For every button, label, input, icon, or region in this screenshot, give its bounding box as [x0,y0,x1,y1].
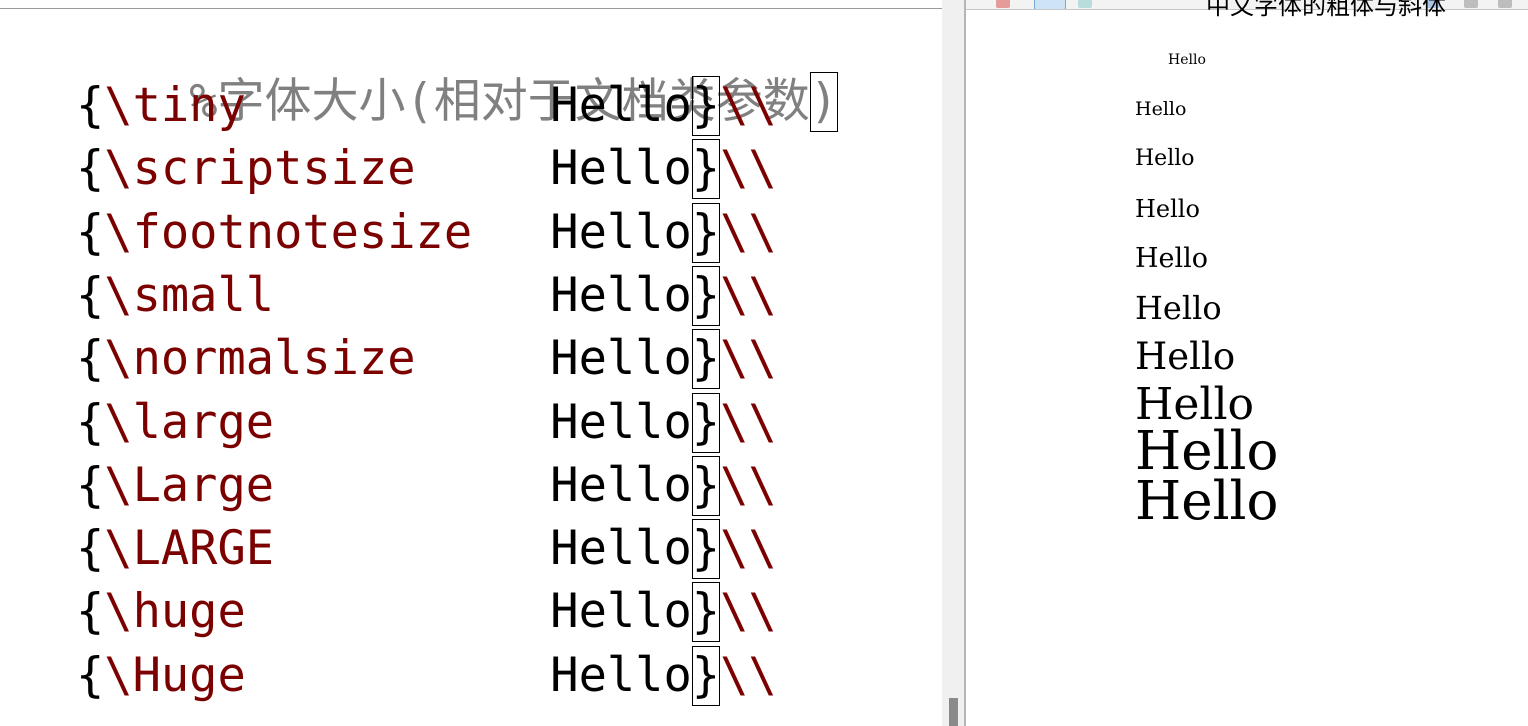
code-line-footnotesize[interactable]: {\footnotesize Hello}\\ [76,202,777,263]
close-brace: } [691,582,721,643]
line-break-command: \\ [720,647,777,703]
code-line-large[interactable]: {\large Hello}\\ [76,392,777,453]
close-brace: } [691,455,721,516]
line-break-command: \\ [720,521,777,577]
output-hello-small: Hello [1135,195,1200,223]
hello-text: Hello [550,584,692,640]
hello-text: Hello [550,331,692,387]
open-brace: { [76,78,105,133]
line-break-command: \\ [720,394,777,450]
size-command: \scriptsize [104,141,416,197]
open-brace: { [76,394,105,450]
scrollbar-thumb[interactable] [949,698,958,726]
size-command: \huge [104,584,246,640]
close-brace: } [691,139,721,200]
close-brace: } [691,519,721,580]
code-line-small[interactable]: {\small Hello}\\ [76,265,777,326]
hello-text: Hello [550,78,692,133]
pdf-icon[interactable] [996,0,1010,8]
hello-text: Hello [550,647,692,703]
comment-close-paren: ) [809,72,839,132]
output-hello-normalsize: Hello [1135,243,1209,274]
size-command: \normalsize [104,331,416,387]
open-brace: { [76,521,105,577]
code-line-Large[interactable]: {\Large Hello}\\ [76,455,777,516]
editor-scrollbar[interactable] [942,0,964,726]
open-brace: { [76,331,105,387]
comment-line[interactable]: %字体大小(相对于文档类参数) [76,12,839,132]
open-brace: { [76,584,105,640]
close-brace: } [691,76,721,136]
down-arrow-icon[interactable] [1078,0,1092,8]
preview-heading: 中文字体的粗体与斜体 [1206,0,1446,20]
editor-top-border [0,8,942,9]
hello-text: Hello [550,141,692,197]
output-hello-scriptsize: Hello [1135,98,1187,120]
page-icon[interactable] [1464,0,1478,8]
hello-text: Hello [550,204,692,260]
output-hello-Huge: Hello [1135,471,1279,532]
close-brace: } [691,645,721,706]
output-hello-tiny: Hello [1168,52,1206,68]
close-brace: } [691,329,721,390]
code-line-huge[interactable]: {\huge Hello}\\ [76,582,777,643]
code-editor[interactable]: %字体大小(相对于文档类参数) {\tiny Hello}\\ {\scriptsi… [0,0,942,726]
output-hello-footnotesize: Hello [1135,146,1195,171]
line-break-command: \\ [720,331,777,387]
size-command: \LARGE [104,521,275,577]
output-hello-large: Hello [1135,289,1222,327]
code-line-scriptsize[interactable]: {\scriptsize Hello}\\ [76,139,777,200]
line-break-command: \\ [720,584,777,640]
hello-text: Hello [550,394,692,450]
hello-text: Hello [550,457,692,513]
size-command: \tiny [104,78,246,133]
open-brace: { [76,457,105,513]
open-brace: { [76,204,105,260]
code-line-normalsize[interactable]: {\normalsize Hello}\\ [76,329,777,390]
search-icon[interactable] [1498,0,1512,8]
line-break-command: \\ [720,78,777,133]
size-command: \Large [104,457,275,513]
open-brace: { [76,141,105,197]
hello-text: Hello [550,521,692,577]
line-break-command: \\ [720,204,777,260]
open-brace: { [76,647,105,703]
close-brace: } [691,202,721,263]
close-brace: } [691,392,721,453]
close-brace: } [691,265,721,326]
size-command: \footnotesize [104,204,473,260]
hello-text: Hello [550,267,692,323]
output-hello-Large: Hello [1135,335,1236,378]
size-command: \small [104,267,275,323]
pdf-preview[interactable]: 中文字体的粗体与斜体 Hello Hello Hello Hello Hello… [966,0,1528,726]
code-line-Huge[interactable]: {\Huge Hello}\\ [76,645,777,706]
code-line-tiny[interactable]: {\tiny Hello}\\ [76,76,777,136]
line-break-command: \\ [720,141,777,197]
zoom-icon[interactable] [1034,0,1066,9]
line-break-command: \\ [720,267,777,323]
line-break-command: \\ [720,457,777,513]
open-brace: { [76,267,105,323]
size-command: \large [104,394,275,450]
code-line-LARGE[interactable]: {\LARGE Hello}\\ [76,519,777,580]
size-command: \Huge [104,647,246,703]
